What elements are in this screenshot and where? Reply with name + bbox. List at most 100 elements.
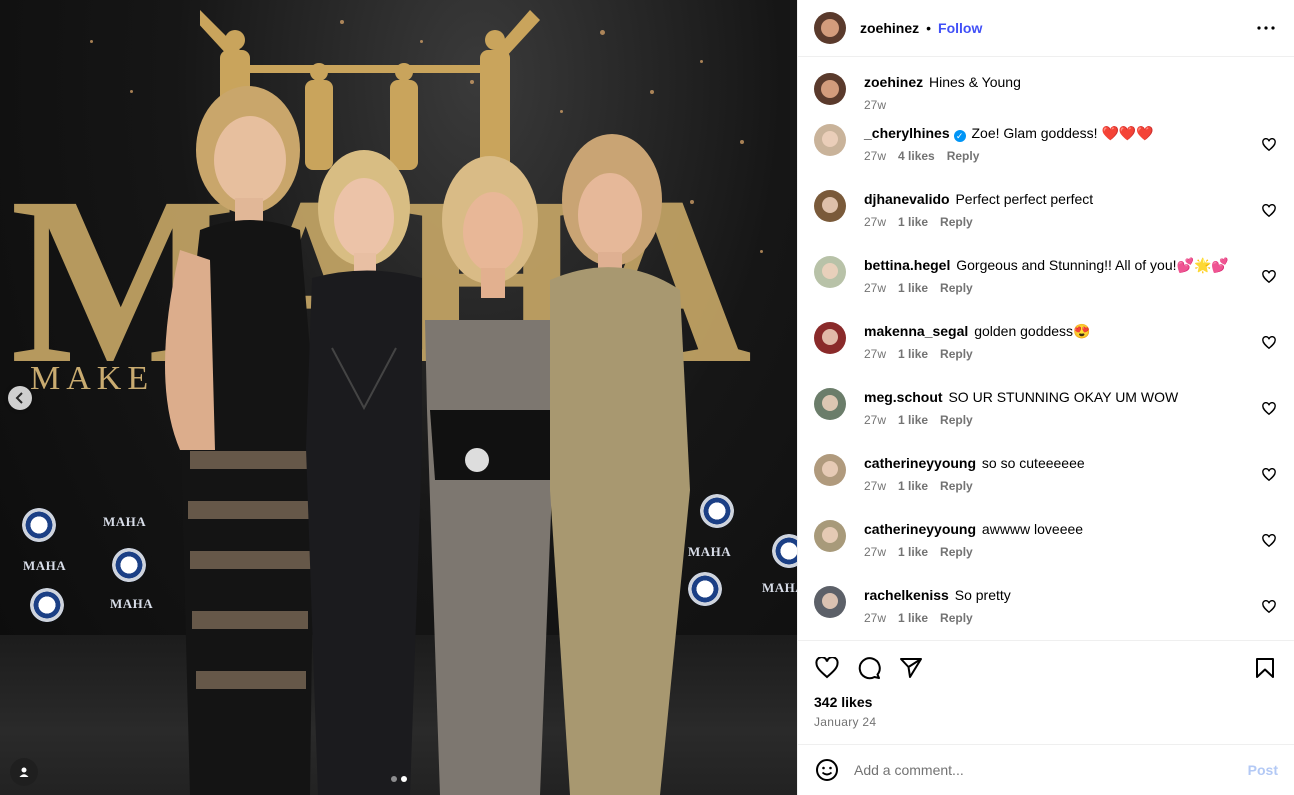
commenter-username[interactable]: bettina.hegel <box>864 257 950 273</box>
commenter-username[interactable]: rachelkeniss <box>864 587 949 603</box>
emoji-button[interactable] <box>814 757 840 783</box>
reply-button[interactable]: Reply <box>940 281 973 295</box>
comment-time[interactable]: 27w <box>864 281 886 295</box>
comment-button[interactable] <box>856 655 882 681</box>
post-comment-button[interactable]: Post <box>1248 762 1278 778</box>
comment-likes[interactable]: 4 likes <box>898 149 935 163</box>
smiley-icon <box>816 759 838 781</box>
commenter-avatar[interactable] <box>814 124 846 156</box>
comment-likes[interactable]: 1 like <box>898 479 928 493</box>
comment-like-icon[interactable] <box>1262 138 1276 152</box>
like-button[interactable] <box>814 655 840 681</box>
author-username[interactable]: zoehinez <box>860 20 919 36</box>
comment-likes[interactable]: 1 like <box>898 413 928 427</box>
mini-logo: MAHA <box>762 580 797 595</box>
verified-badge-icon: ✓ <box>953 130 966 142</box>
comment-likes[interactable]: 1 like <box>898 545 928 559</box>
comment-text: SO UR STUNNING OKAY UM WOW <box>948 389 1179 405</box>
comment-time[interactable]: 27w <box>864 545 886 559</box>
heart-icon <box>815 657 839 679</box>
mini-logo: MAHA <box>23 558 67 573</box>
commenter-avatar[interactable] <box>814 190 846 222</box>
comment-like-icon[interactable] <box>1262 402 1276 416</box>
reply-button[interactable]: Reply <box>940 611 973 625</box>
reply-button[interactable]: Reply <box>940 215 973 229</box>
more-horizontal-icon <box>1257 26 1275 30</box>
likes-count[interactable]: 342 likes <box>814 694 1278 710</box>
comment-like-icon[interactable] <box>1262 600 1276 614</box>
comments-list[interactable]: zoehinez Hines & Young 27w _cherylhines ✓… <box>798 58 1294 640</box>
sparkle-decor <box>650 90 654 94</box>
post-actions: 342 likes January 24 <box>798 640 1294 744</box>
comment-text: golden goddess😍 <box>974 323 1091 339</box>
commenter-avatar[interactable] <box>814 322 846 354</box>
comment-like-icon[interactable] <box>1262 534 1276 548</box>
comment-likes[interactable]: 1 like <box>898 215 928 229</box>
add-comment-bar: Post <box>798 744 1294 795</box>
comment-like-icon[interactable] <box>1262 468 1276 482</box>
comment-time[interactable]: 27w <box>864 215 886 229</box>
commenter-avatar[interactable] <box>814 454 846 486</box>
follow-button[interactable]: Follow <box>938 20 982 36</box>
commenter-avatar[interactable] <box>814 256 846 288</box>
carousel-dot <box>391 776 397 782</box>
comment-time[interactable]: 27w <box>864 413 886 427</box>
sparkle-decor <box>560 110 563 113</box>
comment-item: djhanevalido Perfect perfect perfect 27w… <box>798 190 1294 256</box>
comment-time[interactable]: 27w <box>864 149 886 163</box>
commenter-username[interactable]: meg.schout <box>864 389 943 405</box>
caption-username[interactable]: zoehinez <box>864 74 923 90</box>
seal-logo <box>22 508 56 542</box>
commenter-username[interactable]: makenna_segal <box>864 323 968 339</box>
commenter-username[interactable]: djhanevalido <box>864 191 950 207</box>
save-button[interactable] <box>1252 655 1278 681</box>
comment-text: Gorgeous and Stunning!! All of you!💕🌟💕 <box>956 257 1229 273</box>
comment-like-icon[interactable] <box>1262 336 1276 350</box>
post-date[interactable]: January 24 <box>814 715 1278 729</box>
comment-like-icon[interactable] <box>1262 204 1276 218</box>
chevron-left-icon <box>15 392 23 404</box>
post-photo[interactable]: MAHA MAKE A N MAHA MAHA MAHA MAHA MAHA <box>0 0 797 795</box>
reply-button[interactable]: Reply <box>947 149 980 163</box>
seal-logo <box>30 588 64 622</box>
commenter-username[interactable]: _cherylhines <box>864 125 950 141</box>
previous-photo-button[interactable] <box>8 386 32 410</box>
comment-likes[interactable]: 1 like <box>898 611 928 625</box>
comment-text: Zoe! Glam goddess! ❤️❤️❤️ <box>971 125 1154 141</box>
comment-time[interactable]: 27w <box>864 479 886 493</box>
commenter-username[interactable]: catherineyyoung <box>864 521 976 537</box>
caption-avatar[interactable] <box>814 73 846 105</box>
tagged-users-button[interactable] <box>10 758 38 786</box>
seal-logo <box>772 534 797 568</box>
comment-like-icon[interactable] <box>1262 270 1276 284</box>
seal-logo <box>700 494 734 528</box>
reply-button[interactable]: Reply <box>940 479 973 493</box>
comment-item: catherineyyoung awwww loveeee 27w 1 like… <box>798 520 1294 586</box>
person-figure <box>550 134 690 795</box>
comment-time[interactable]: 27w <box>864 611 886 625</box>
comment-likes[interactable]: 1 like <box>898 281 928 295</box>
comment-likes[interactable]: 1 like <box>898 347 928 361</box>
post-details-panel: zoehinez • Follow zoehinez Hines & Young <box>797 0 1294 795</box>
comment-time[interactable]: 27w <box>864 347 886 361</box>
post-header: zoehinez • Follow <box>798 0 1294 57</box>
carousel-dots <box>391 776 407 782</box>
carousel-dot-active <box>401 776 407 782</box>
commenter-avatar[interactable] <box>814 388 846 420</box>
reply-button[interactable]: Reply <box>940 413 973 427</box>
commenter-username[interactable]: catherineyyoung <box>864 455 976 471</box>
comment-input[interactable] <box>854 762 1248 778</box>
author-avatar[interactable] <box>814 12 846 44</box>
reply-button[interactable]: Reply <box>940 347 973 361</box>
commenter-avatar[interactable] <box>814 586 846 618</box>
sparkle-decor <box>600 30 605 35</box>
caption-time[interactable]: 27w <box>864 98 886 112</box>
reply-button[interactable]: Reply <box>940 545 973 559</box>
sparkle-decor <box>700 60 703 63</box>
post-caption: zoehinez Hines & Young 27w <box>798 58 1294 124</box>
header-separator: • <box>926 20 932 36</box>
more-options-button[interactable] <box>1254 16 1278 40</box>
commenter-avatar[interactable] <box>814 520 846 552</box>
share-button[interactable] <box>898 655 924 681</box>
comment-text: Perfect perfect perfect <box>955 191 1094 207</box>
